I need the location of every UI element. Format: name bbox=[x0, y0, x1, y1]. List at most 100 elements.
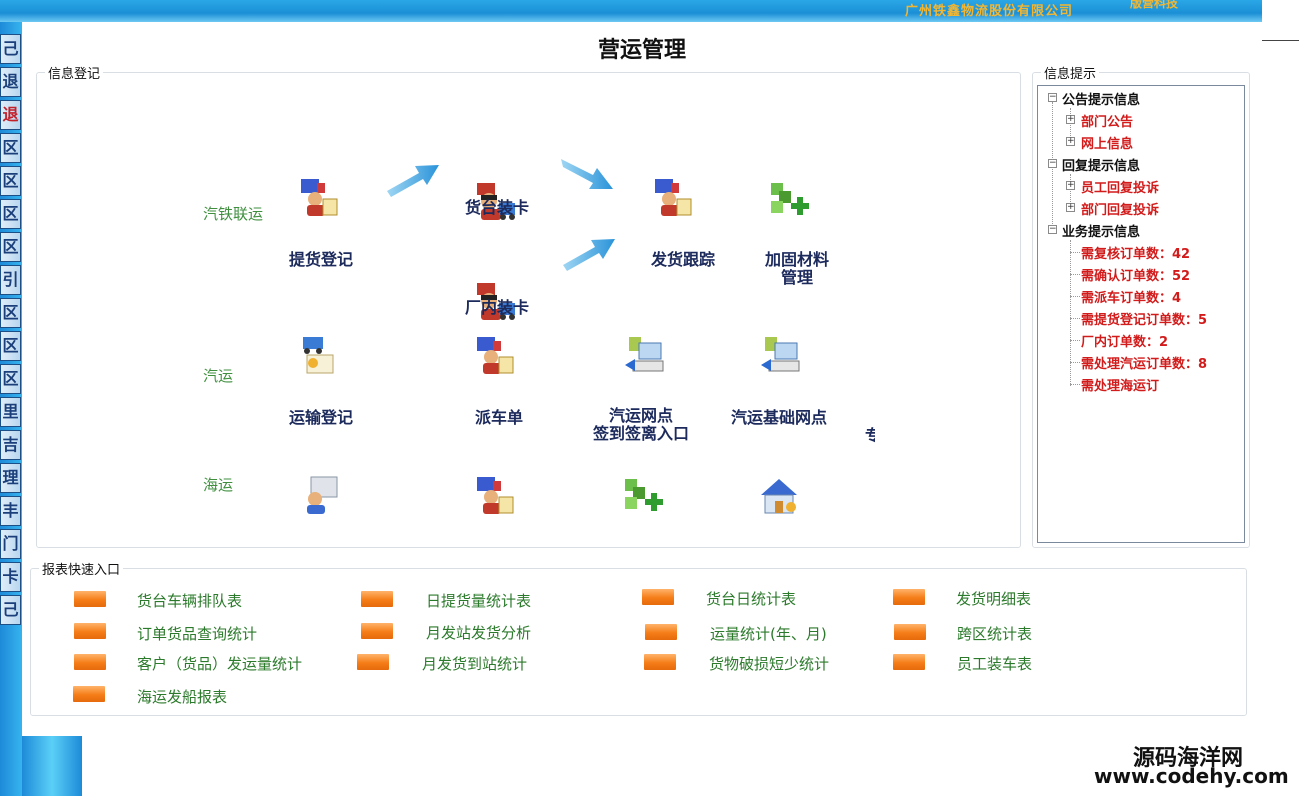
flow-arrow-icon bbox=[563, 239, 615, 271]
node-platform-loading[interactable]: 货台装卡 bbox=[465, 199, 529, 217]
node-factory-loading[interactable]: 厂内装卡 bbox=[465, 299, 529, 317]
collapse-icon[interactable]: − bbox=[1048, 225, 1057, 234]
tree-node-announce[interactable]: − 公告提示信息 bbox=[1038, 88, 1244, 108]
report-quick-access-group: 报表快速入口 货台车辆排队表 日提货量统计表 货台日统计表 发货明细表 订单货品… bbox=[30, 559, 1247, 716]
right-band bbox=[1262, 0, 1299, 22]
tree-node-business-item[interactable]: 需派车订单数：4 bbox=[1038, 286, 1244, 306]
left-nav-tab[interactable]: 里 bbox=[0, 397, 21, 427]
node-reinforcement-material[interactable]: 加固材料 管理 bbox=[765, 251, 829, 287]
node-outlet-checkin[interactable]: 汽运网点 签到签离入口 bbox=[593, 407, 689, 443]
company-name: 广州铁鑫物流股份有限公司 bbox=[905, 4, 1074, 19]
tree-node-label: 员工回复投诉 bbox=[1081, 181, 1160, 196]
expand-icon[interactable]: + bbox=[1066, 137, 1075, 146]
reinforcement-material-icon[interactable] bbox=[767, 179, 811, 219]
left-nav-tab[interactable]: 吉 bbox=[0, 430, 21, 460]
report-link[interactable]: 员工装车表 bbox=[957, 653, 1032, 674]
left-nav-tab[interactable]: 区 bbox=[0, 133, 21, 163]
node-dispatch-order[interactable]: 派车单 bbox=[475, 409, 523, 427]
tree-node-business-item[interactable]: 需提货登记订单数：5 bbox=[1038, 308, 1244, 328]
left-nav-tab[interactable]: 丰 bbox=[0, 496, 21, 526]
node-transport-registration[interactable]: 运输登记 bbox=[289, 409, 353, 427]
report-icon[interactable] bbox=[73, 686, 105, 702]
dispatch-order-icon[interactable] bbox=[473, 335, 517, 375]
outlet-checkin-icon[interactable] bbox=[623, 335, 667, 375]
expand-icon[interactable]: + bbox=[1066, 115, 1075, 124]
node-shipment-tracking[interactable]: 发货跟踪 bbox=[651, 251, 715, 269]
left-nav-tab[interactable]: 卡 bbox=[0, 562, 21, 592]
left-nav-tab[interactable]: 区 bbox=[0, 166, 21, 196]
report-icon[interactable] bbox=[357, 654, 389, 670]
report-icon[interactable] bbox=[361, 623, 393, 639]
report-link[interactable]: 订单货品查询统计 bbox=[137, 623, 257, 644]
tree-node-online-info[interactable]: + 网上信息 bbox=[1038, 132, 1244, 152]
left-nav-tab[interactable]: 己 bbox=[0, 34, 21, 64]
report-icon[interactable] bbox=[893, 589, 925, 605]
left-nav-tab[interactable]: 退 bbox=[0, 67, 21, 97]
report-link[interactable]: 客户（货品）发运量统计 bbox=[137, 653, 302, 674]
left-nav-tab[interactable]: 门 bbox=[0, 529, 21, 559]
report-icon[interactable] bbox=[74, 654, 106, 670]
left-nav-tab[interactable]: 区 bbox=[0, 298, 21, 328]
left-nav-tab[interactable]: 区 bbox=[0, 232, 21, 262]
sea-registration-icon[interactable] bbox=[299, 475, 343, 515]
tree-node-business-item[interactable]: 需复核订单数：42 bbox=[1038, 242, 1244, 262]
pickup-registration-icon[interactable] bbox=[297, 177, 341, 217]
left-nav-tab[interactable]: 理 bbox=[0, 463, 21, 493]
outlet-base-icon[interactable] bbox=[759, 335, 803, 375]
report-icon[interactable] bbox=[74, 591, 106, 607]
node-outlet-checkin-line1: 汽运网点 bbox=[609, 406, 674, 425]
shipment-tracking-icon[interactable] bbox=[651, 177, 695, 217]
report-icon[interactable] bbox=[893, 654, 925, 670]
node-pickup-registration[interactable]: 提货登记 bbox=[289, 251, 353, 269]
report-link[interactable]: 货台日统计表 bbox=[706, 588, 796, 609]
tree-node-business-item[interactable]: 需处理海运订 bbox=[1038, 374, 1244, 394]
tree-line bbox=[1070, 318, 1080, 319]
report-icon[interactable] bbox=[894, 624, 926, 640]
tree-node-label: 需派车订单数：4 bbox=[1081, 291, 1182, 306]
left-nav-tab[interactable]: 区 bbox=[0, 199, 21, 229]
left-nav-tab[interactable]: 区 bbox=[0, 364, 21, 394]
sea-outlet-home-icon[interactable] bbox=[757, 475, 801, 515]
left-nav-tab[interactable]: 退 bbox=[0, 100, 21, 130]
report-link[interactable]: 货台车辆排队表 bbox=[137, 590, 242, 611]
tree-node-dept-notice[interactable]: + 部门公告 bbox=[1038, 110, 1244, 130]
sea-material-icon[interactable] bbox=[621, 475, 665, 515]
node-outlet-base[interactable]: 汽运基础网点 bbox=[731, 409, 827, 427]
tree-node-label: 网上信息 bbox=[1081, 137, 1134, 152]
transport-registration-icon[interactable] bbox=[297, 335, 341, 375]
report-link[interactable]: 月发站发货分析 bbox=[426, 622, 531, 643]
report-link[interactable]: 货物破损短少统计 bbox=[709, 653, 829, 674]
tree-node-business-item[interactable]: 需处理汽运订单数：8 bbox=[1038, 352, 1244, 372]
tree-node-business-item[interactable]: 需确认订单数：52 bbox=[1038, 264, 1244, 284]
tree-node-label: 需处理海运订 bbox=[1081, 379, 1160, 394]
left-nav-tab[interactable]: 区 bbox=[0, 331, 21, 361]
expand-icon[interactable]: + bbox=[1066, 203, 1075, 212]
report-icon[interactable] bbox=[645, 624, 677, 640]
tree-node-business-item[interactable]: 厂内订单数：2 bbox=[1038, 330, 1244, 350]
report-link[interactable]: 月发货到站统计 bbox=[422, 653, 527, 674]
tree-line bbox=[1070, 274, 1080, 275]
report-link[interactable]: 发货明细表 bbox=[956, 588, 1031, 609]
sea-dispatch-icon[interactable] bbox=[473, 475, 517, 515]
report-icon[interactable] bbox=[361, 591, 393, 607]
collapse-icon[interactable]: − bbox=[1048, 93, 1057, 102]
tree-node-label: 需提货登记订单数：5 bbox=[1081, 313, 1208, 328]
collapse-icon[interactable]: − bbox=[1048, 159, 1057, 168]
report-icon[interactable] bbox=[644, 654, 676, 670]
node-outlet-checkin-line2: 签到签离入口 bbox=[593, 424, 690, 443]
report-icon[interactable] bbox=[74, 623, 106, 639]
report-link[interactable]: 跨区统计表 bbox=[957, 623, 1032, 644]
left-nav-tab[interactable]: 己 bbox=[0, 595, 21, 625]
report-link[interactable]: 日提货量统计表 bbox=[426, 590, 531, 611]
tree-node-label: 厂内订单数：2 bbox=[1081, 335, 1169, 350]
tree-node-reply[interactable]: − 回复提示信息 bbox=[1038, 154, 1244, 174]
tree-node-dept-reply[interactable]: + 部门回复投诉 bbox=[1038, 198, 1244, 218]
bottom-decor-band bbox=[22, 736, 82, 796]
report-link[interactable]: 运量统计(年、月) bbox=[710, 623, 827, 644]
left-nav-tab[interactable]: 引 bbox=[0, 265, 21, 295]
report-link[interactable]: 海运发船报表 bbox=[137, 686, 227, 707]
tree-node-staff-reply[interactable]: + 员工回复投诉 bbox=[1038, 176, 1244, 196]
expand-icon[interactable]: + bbox=[1066, 181, 1075, 190]
tree-node-business[interactable]: − 业务提示信息 bbox=[1038, 220, 1244, 240]
report-icon[interactable] bbox=[642, 589, 674, 605]
